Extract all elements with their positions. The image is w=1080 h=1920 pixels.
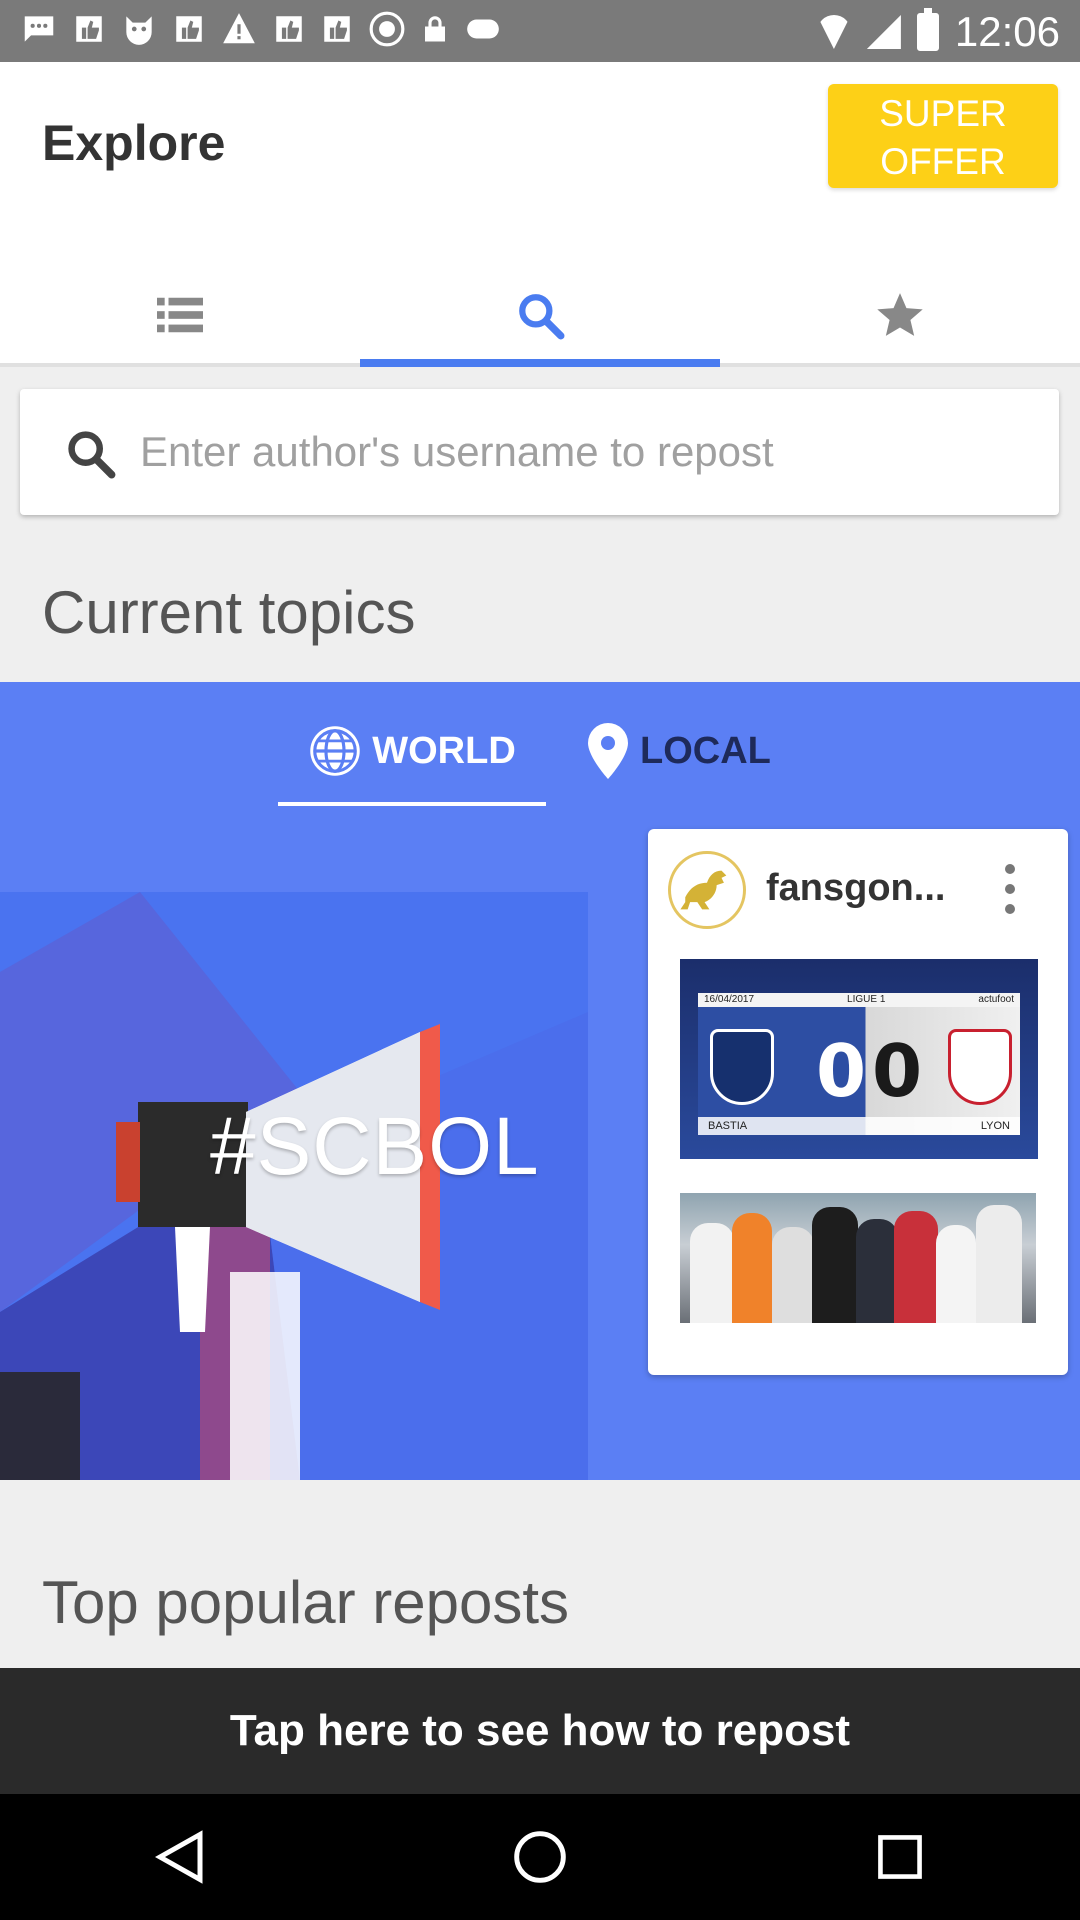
post-author[interactable]: fansgon... xyxy=(766,867,966,910)
back-button[interactable] xyxy=(130,1807,230,1907)
globe-icon xyxy=(310,726,360,776)
how-to-repost-banner[interactable]: Tap here to see how to repost xyxy=(0,1668,1080,1794)
crowd-photo[interactable] xyxy=(680,1193,1036,1323)
app-header: Explore SUPER OFFER xyxy=(0,62,1080,367)
lyon-shield-icon xyxy=(948,1029,1012,1105)
search-icon xyxy=(519,293,565,339)
location-pin-icon xyxy=(588,723,628,779)
scoreboard-image[interactable]: 16/04/2017 LIGUE 1 actufoot 0 0 BASTIA L… xyxy=(680,959,1038,1159)
status-time: 12:06 xyxy=(954,8,1060,55)
warning-icon xyxy=(223,13,255,44)
more-options-icon[interactable] xyxy=(993,859,1027,919)
list-icon xyxy=(157,297,203,332)
score-right: 0 xyxy=(872,1029,923,1113)
recents-icon xyxy=(878,1835,922,1879)
league-name: LIGUE 1 xyxy=(847,994,886,1005)
thumbs-up-icon xyxy=(276,16,302,42)
team-left: BASTIA xyxy=(708,1120,748,1132)
notification-icons xyxy=(20,10,502,48)
cat-icon xyxy=(126,16,152,45)
tab-list[interactable] xyxy=(0,262,360,367)
star-icon xyxy=(877,292,923,336)
tab-world-label: WORLD xyxy=(372,729,516,772)
home-icon xyxy=(514,1831,566,1883)
hashtag-hero-card[interactable]: #SCBOL xyxy=(0,892,588,1480)
username-search-input[interactable] xyxy=(140,417,1040,487)
tab-world[interactable]: WORLD xyxy=(278,712,546,806)
battery-icon xyxy=(916,8,939,51)
score-left: 0 xyxy=(816,1029,867,1113)
status-bar: 12:06 xyxy=(0,0,1080,62)
search-box xyxy=(20,389,1059,515)
main-tabs xyxy=(0,262,1080,367)
recents-button[interactable] xyxy=(850,1807,950,1907)
cell-signal-icon xyxy=(866,15,901,49)
source-name: actufoot xyxy=(978,994,1014,1005)
hero-hashtag: #SCBOL xyxy=(210,1101,540,1192)
scoreboard-teams: BASTIA LYON xyxy=(698,1117,1020,1135)
status-right: 12:06 xyxy=(816,8,1060,56)
game-icon xyxy=(467,19,499,39)
match-date: 16/04/2017 xyxy=(704,994,755,1005)
tab-local[interactable]: LOCAL xyxy=(586,712,771,790)
fake-gps-icon xyxy=(369,11,405,47)
search-icon xyxy=(64,427,116,484)
tab-search[interactable] xyxy=(360,262,720,367)
system-nav-bar xyxy=(0,1794,1080,1920)
thumbs-up-icon xyxy=(176,16,202,42)
wifi-icon xyxy=(816,15,851,49)
current-topics-title: Current topics xyxy=(42,579,416,646)
tab-favorites[interactable] xyxy=(720,262,1080,367)
back-icon xyxy=(155,1830,203,1884)
lock-icon xyxy=(425,16,445,42)
chat-icon xyxy=(24,16,54,42)
post-card[interactable]: fansgon... 16/04/2017 LIGUE 1 actufoot 0… xyxy=(648,829,1068,1375)
lion-crest-icon xyxy=(680,870,727,910)
thumbs-up-icon xyxy=(76,16,102,42)
team-right: LYON xyxy=(980,1120,1010,1132)
thumbs-up-icon xyxy=(324,16,350,42)
topic-tabs: WORLD LOCAL xyxy=(278,712,771,806)
bastia-shield-icon xyxy=(710,1029,774,1105)
tab-local-label: LOCAL xyxy=(640,729,771,772)
top-popular-title: Top popular reposts xyxy=(42,1569,569,1636)
scoreboard-header: 16/04/2017 LIGUE 1 actufoot xyxy=(698,993,1020,1007)
page-title: Explore xyxy=(42,115,226,171)
home-button[interactable] xyxy=(490,1807,590,1907)
super-offer-button[interactable]: SUPER OFFER xyxy=(828,84,1058,188)
topics-panel: WORLD LOCAL #SCBOL fansgon... 16/04/2017… xyxy=(0,682,1080,1480)
avatar[interactable] xyxy=(668,851,746,929)
